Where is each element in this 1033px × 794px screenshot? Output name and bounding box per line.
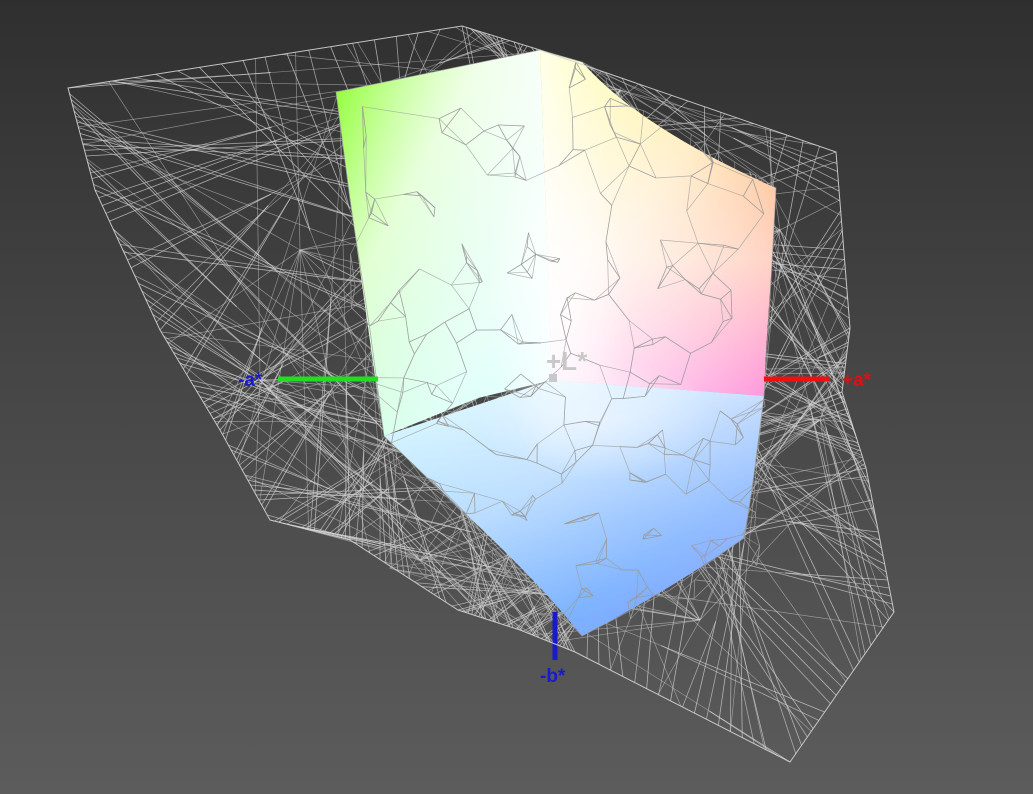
plus-l-axis-label: +L* bbox=[546, 346, 588, 376]
gamut-3d-viewport[interactable]: +L* -a* +a* -b* bbox=[0, 0, 1033, 794]
minus-b-axis-label: -b* bbox=[540, 666, 566, 687]
plus-a-axis-label: +a* bbox=[842, 370, 872, 391]
gamut-scene[interactable]: +L* -a* +a* -b* bbox=[0, 0, 1033, 794]
minus-a-axis-label: -a* bbox=[238, 370, 263, 391]
